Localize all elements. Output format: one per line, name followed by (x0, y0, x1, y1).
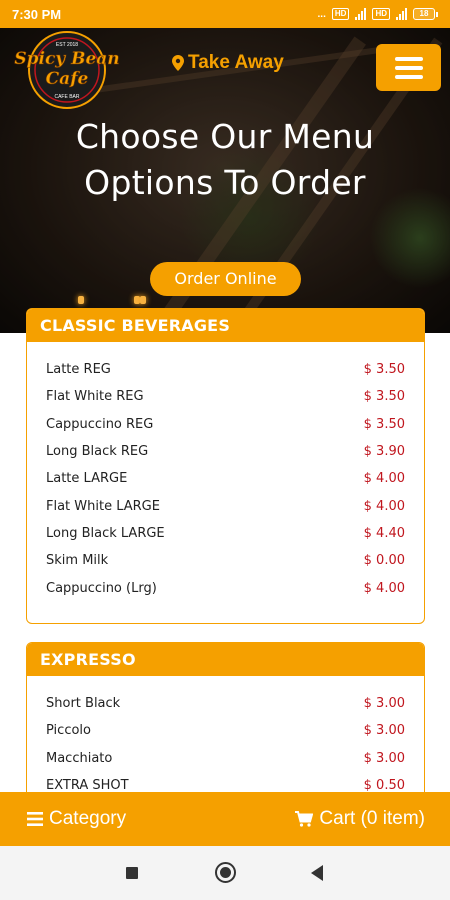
menu-section-classic-beverages: CLASSIC BEVERAGES Latte REG $ 3.50 Flat W… (26, 308, 425, 624)
signal-icon-2 (396, 8, 407, 20)
section-title[interactable]: EXPRESSO (27, 643, 424, 676)
shopping-cart-icon (295, 811, 314, 827)
item-price: $ 3.90 (363, 444, 405, 460)
hamburger-icon-line (394, 65, 423, 70)
bottom-action-bar: Category Cart (0 item) (0, 792, 450, 846)
menu-item[interactable]: Latte REG $ 3.50 (27, 356, 424, 383)
section-title[interactable]: CLASSIC BEVERAGES (27, 309, 424, 342)
menu-item[interactable]: Cappuccino REG $ 3.50 (27, 411, 424, 438)
logo-sub: CAFE BAR (54, 94, 79, 100)
notification-dots: ... (317, 8, 326, 20)
hamburger-icon-line (394, 56, 423, 61)
menu-item[interactable]: Flat White REG $ 3.50 (27, 383, 424, 410)
hd-icon-2: HD (372, 8, 390, 20)
hero-title-line2: Options To Order (84, 163, 366, 202)
recents-icon[interactable] (126, 867, 138, 879)
item-price: $ 4.00 (363, 580, 405, 596)
hd-icon: HD (331, 8, 350, 20)
item-name: Cappuccino REG (46, 416, 154, 432)
item-price: $ 3.00 (363, 723, 405, 739)
menu-list[interactable]: CLASSIC BEVERAGES Latte REG $ 3.50 Flat W… (0, 308, 450, 792)
item-name: Latte LARGE (46, 471, 128, 487)
battery-level: 18 (413, 8, 435, 20)
section-items: Short Black $ 3.00 Piccolo $ 3.00 Macchiat… (27, 676, 424, 792)
logo-line1: Spicy Bean (14, 49, 119, 69)
menu-item[interactable]: Short Black $ 3.00 (27, 690, 424, 717)
location-pin-icon (172, 55, 184, 71)
item-price: $ 4.00 (363, 471, 405, 487)
item-name: Latte REG (46, 362, 111, 378)
hero-title: Choose Our Menu Options To Order (0, 114, 450, 206)
item-name: Cappuccino (Lrg) (46, 580, 157, 596)
item-name: Piccolo (46, 723, 91, 739)
item-price: $ 3.00 (363, 696, 405, 712)
section-items: Latte REG $ 3.50 Flat White REG $ 3.50 Cap… (27, 342, 424, 602)
item-price: $ 4.00 (363, 498, 405, 514)
status-time: 7:30 PM (12, 6, 62, 22)
item-price: $ 3.50 (363, 362, 405, 378)
menu-item[interactable]: Latte LARGE $ 4.00 (27, 465, 424, 492)
menu-item[interactable]: Flat White LARGE $ 4.00 (27, 492, 424, 519)
system-nav-bar (0, 846, 450, 900)
item-name: Long Black LARGE (46, 525, 165, 541)
menu-item[interactable]: Skim Milk $ 0.00 (27, 547, 424, 574)
item-price: $ 3.50 (363, 416, 405, 432)
hero-banner: EST 2018 Spicy Bean Cafe CAFE BAR Take A… (0, 28, 450, 333)
menu-item[interactable]: EXTRA SHOT $ 0.50 (27, 772, 424, 792)
take-away-label: Take Away (188, 52, 284, 73)
signal-icon (355, 8, 367, 20)
order-online-button[interactable]: Order Online (150, 262, 301, 296)
item-name: Macchiato (46, 750, 113, 766)
hero-title-line1: Choose Our Menu (75, 117, 375, 156)
list-icon (27, 812, 43, 826)
item-price: $ 4.40 (363, 525, 405, 541)
menu-item[interactable]: Long Black LARGE $ 4.40 (27, 520, 424, 547)
cart-button[interactable]: Cart (0 item) (295, 808, 425, 830)
hamburger-menu-button[interactable] (376, 44, 441, 91)
status-icons: ... HD HD 18 (318, 8, 438, 20)
item-name: Long Black REG (46, 444, 149, 460)
hamburger-icon-line (394, 74, 423, 79)
item-name: Skim Milk (46, 553, 109, 569)
item-name: EXTRA SHOT (46, 778, 129, 792)
logo-est: EST 2018 (56, 42, 78, 48)
item-name: Flat White LARGE (46, 498, 160, 514)
menu-section-expresso: EXPRESSO Short Black $ 3.00 Piccolo $ 3.00… (26, 642, 425, 792)
status-bar: 7:30 PM ... HD HD 18 (0, 0, 450, 28)
item-price: $ 0.00 (363, 553, 405, 569)
menu-item[interactable]: Cappuccino (Lrg) $ 4.00 (27, 574, 424, 601)
logo-line2: Cafe (46, 69, 89, 89)
item-price: $ 3.50 (363, 389, 405, 405)
spicy-bean-cafe-logo[interactable]: EST 2018 Spicy Bean Cafe CAFE BAR (4, 28, 130, 112)
item-price: $ 0.50 (363, 778, 405, 792)
item-price: $ 3.00 (363, 750, 405, 766)
back-icon[interactable] (311, 865, 323, 881)
cart-label: Cart (0 item) (319, 808, 425, 829)
battery-icon: 18 (413, 8, 438, 20)
home-icon[interactable] (215, 862, 236, 883)
take-away-link[interactable]: Take Away (172, 52, 284, 74)
item-name: Flat White REG (46, 389, 144, 405)
category-label: Category (49, 808, 127, 829)
menu-item[interactable]: Long Black REG $ 3.90 (27, 438, 424, 465)
menu-item[interactable]: Piccolo $ 3.00 (27, 717, 424, 744)
menu-item[interactable]: Macchiato $ 3.00 (27, 745, 424, 772)
item-name: Short Black (46, 696, 121, 712)
decor-lights (78, 296, 158, 308)
category-button[interactable]: Category (27, 808, 126, 830)
